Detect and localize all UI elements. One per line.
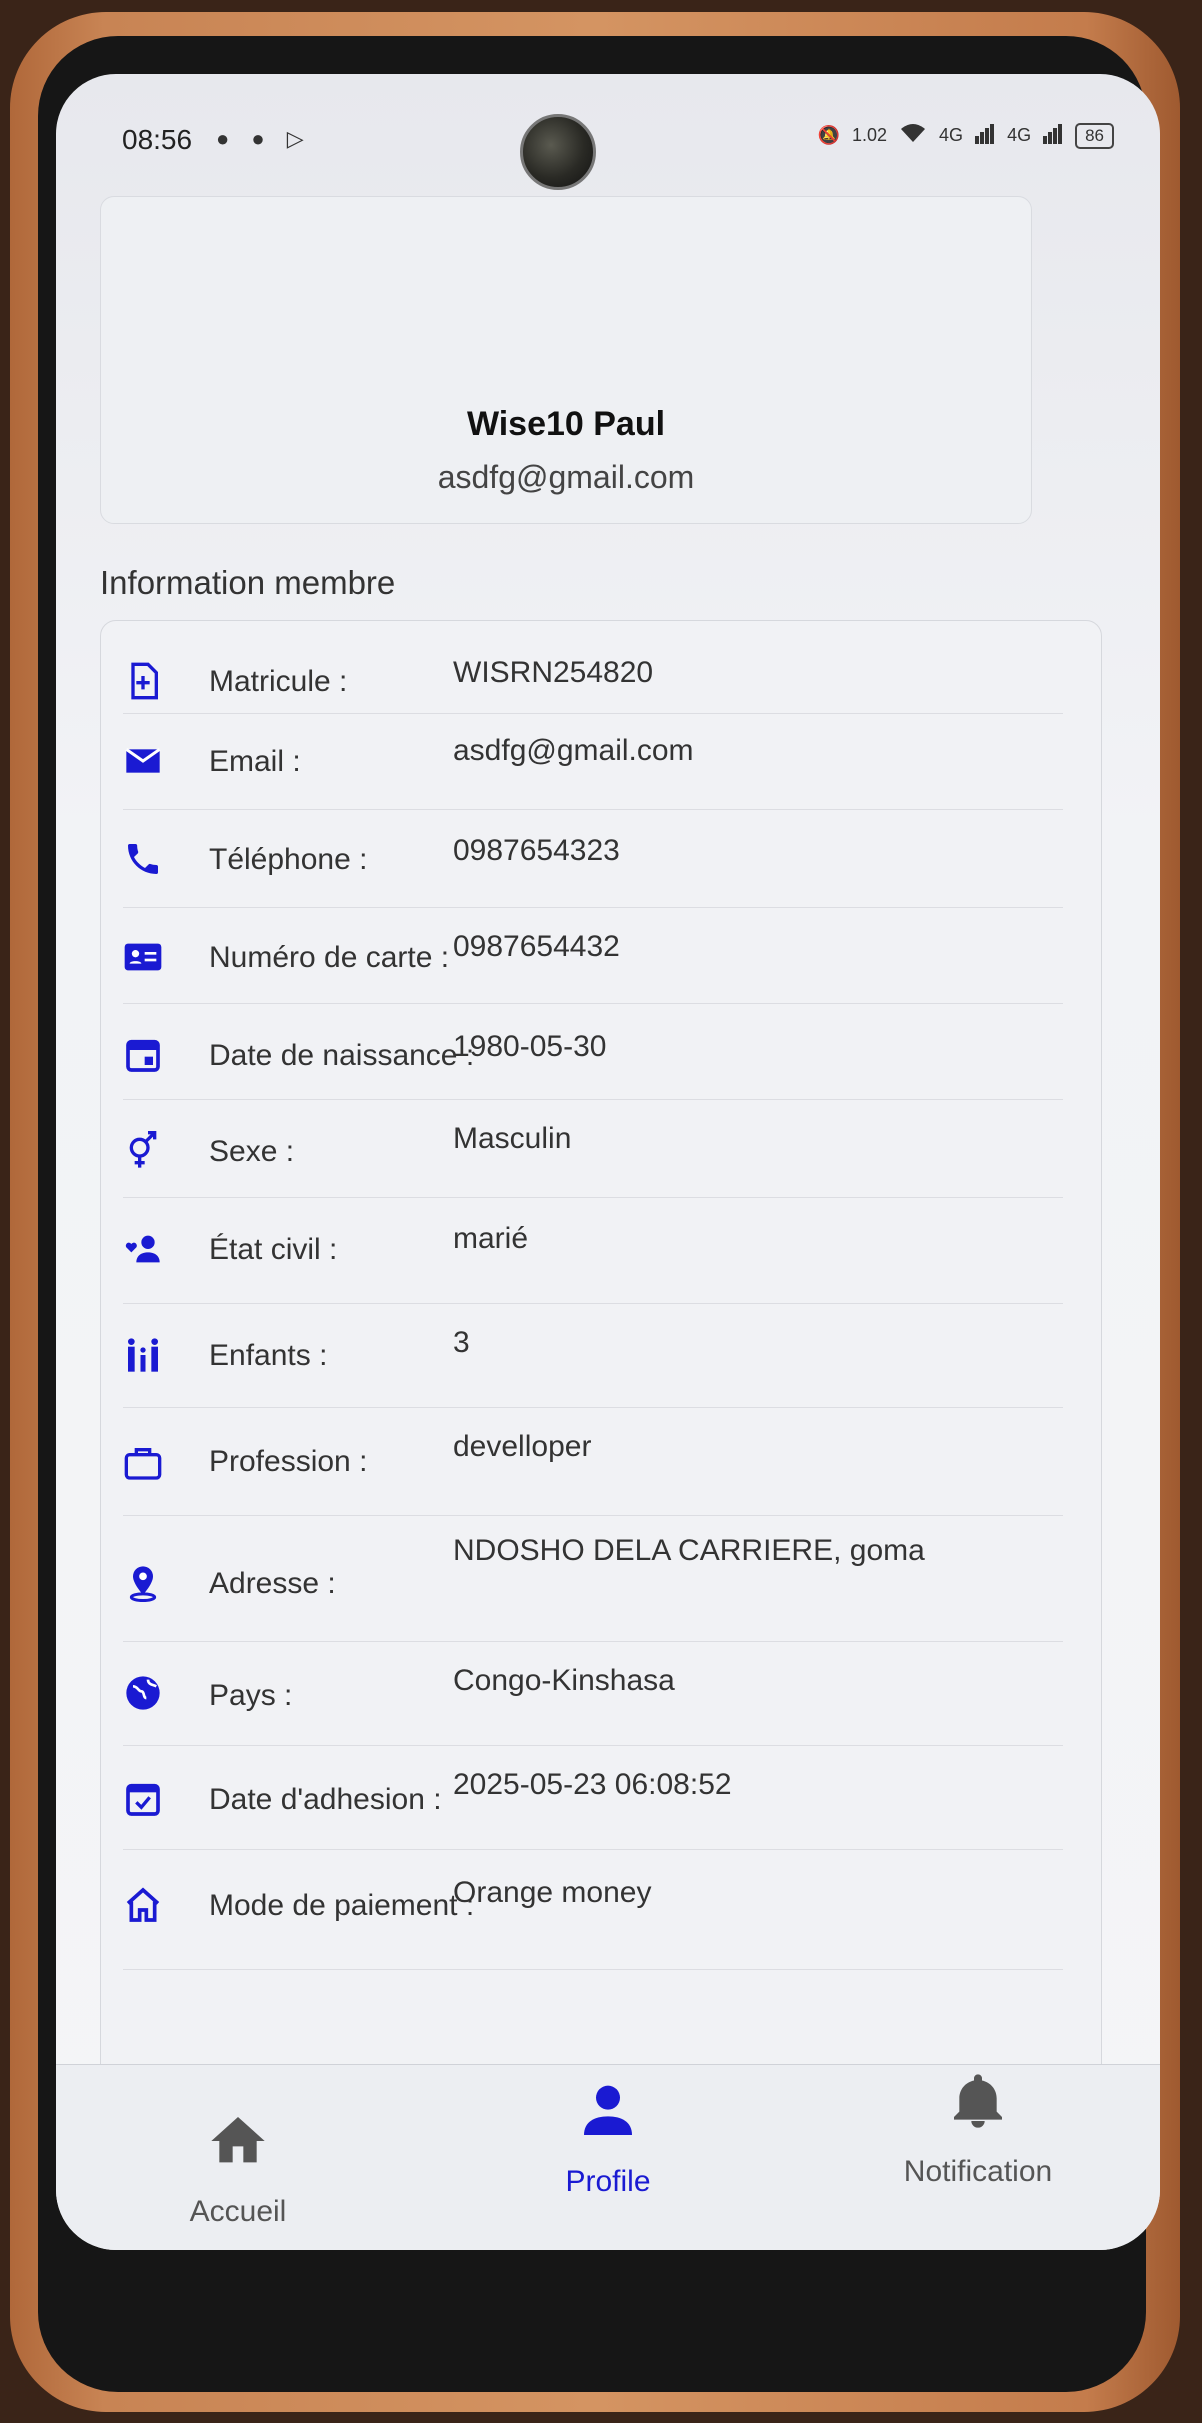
member-info-card: Matricule : WISRN254820 Email : asdfg@gm… [100,620,1102,2110]
status-indicators: 🔕 1.02 4G 4G 86 [818,122,1114,149]
info-value: Masculin [453,1122,572,1155]
info-value: develloper [453,1430,592,1463]
email-icon [123,741,163,781]
signal-label-1: 4G [939,125,964,145]
info-row-address: Adresse : NDOSHO DELA CARRIERE, goma [123,1515,1063,1642]
family-icon [123,1335,163,1375]
location-pin-icon [123,1563,163,1603]
info-label: Matricule : [209,665,348,698]
nav-label: Profile [565,2165,651,2198]
section-title: Information membre [100,564,396,601]
bell-icon [954,2074,1002,2128]
profile-email: asdfg@gmail.com [437,459,695,495]
info-row-telephone: Téléphone : 0987654323 [123,809,1063,908]
phone-icon [123,839,163,879]
info-row-membership-date: Date d'adhesion : 2025-05-23 06:08:52 [123,1745,1063,1850]
mute-icon: 🔕 [817,125,840,145]
info-value: 0987654323 [453,834,620,867]
wifi-icon [899,122,927,149]
info-row-payment-mode: Mode de paiement : Orange money [123,1849,1063,1970]
battery-indicator: 86 [1075,122,1114,149]
info-label: Date de naissance : [209,1039,475,1072]
info-label: Pays : [209,1679,293,1712]
info-row-matricule: Matricule : WISRN254820 [123,621,1063,714]
info-value: Congo-Kinshasa [453,1664,675,1697]
gender-icon [123,1131,163,1171]
profile-name: Wise10 Paul [466,405,666,443]
nav-item-accueil[interactable]: Accueil [138,2109,338,2229]
info-row-sex: Sexe : Masculin [123,1099,1063,1198]
info-label: Profession : [209,1445,368,1478]
info-value: 3 [453,1326,470,1359]
info-value: asdfg@gmail.com [453,734,694,767]
network-speed: 1.02 [852,125,888,145]
home-icon [123,1885,163,1925]
marital-status-icon [123,1229,163,1269]
info-row-country: Pays : Congo-Kinshasa [123,1641,1063,1746]
nav-item-profile[interactable]: Profile [508,2079,708,2199]
globe-icon [123,1673,163,1713]
signal-bars-1-icon [975,122,995,149]
nav-label: Accueil [189,2195,287,2228]
info-label: Adresse : [209,1567,336,1600]
info-value: NDOSHO DELA CARRIERE, goma [453,1534,925,1567]
info-label: Téléphone : [209,843,368,876]
info-label: Sexe : [209,1135,295,1168]
calendar-icon [123,1035,163,1075]
id-card-icon [123,937,163,977]
notification-icons: ● ● ▷ [216,126,312,151]
profile-header-card: Wise10 Paul asdfg@gmail.com [100,196,1032,524]
info-label: Mode de paiement : [209,1889,475,1922]
signal-label-2: 4G [1007,125,1032,145]
info-value: 2025-05-23 06:08:52 [453,1768,732,1801]
info-row-birth-date: Date de naissance : 1980-05-30 [123,1003,1063,1100]
info-value: 1980-05-30 [453,1030,607,1063]
person-icon [584,2085,632,2135]
info-label: Date d'adhesion : [209,1783,442,1816]
info-row-profession: Profession : develloper [123,1407,1063,1516]
calendar-check-icon [123,1779,163,1819]
home-icon [211,2117,265,2163]
info-label: Numéro de carte : [209,941,450,974]
info-value: marié [453,1222,529,1255]
info-row-marital-status: État civil : marié [123,1197,1063,1304]
status-time: 08:56 [122,124,193,155]
info-label: État civil : [209,1233,338,1266]
info-row-email: Email : asdfg@gmail.com [123,713,1063,810]
info-value: 0987654432 [453,930,620,963]
nav-item-notification[interactable]: Notification [878,2069,1078,2189]
status-bar: 08:56 ● ● ▷ 🔕 1.02 4G 4G 86 [56,112,1160,172]
signal-bars-2-icon [1043,122,1063,149]
front-camera [520,114,596,190]
info-row-card-number: Numéro de carte : 0987654432 [123,907,1063,1004]
nav-label: Notification [903,2155,1053,2188]
info-label: Email : [209,745,301,778]
info-value: WISRN254820 [453,656,654,689]
info-label: Enfants : [209,1339,328,1372]
info-row-children: Enfants : 3 [123,1303,1063,1408]
id-document-icon [123,661,163,701]
info-value: Orange money [453,1876,652,1909]
bottom-navigation: Accueil Profile Notification [56,2064,1160,2250]
screen: 08:56 ● ● ▷ 🔕 1.02 4G 4G 86 Wise10 Paul … [56,74,1160,2250]
briefcase-icon [123,1443,163,1483]
